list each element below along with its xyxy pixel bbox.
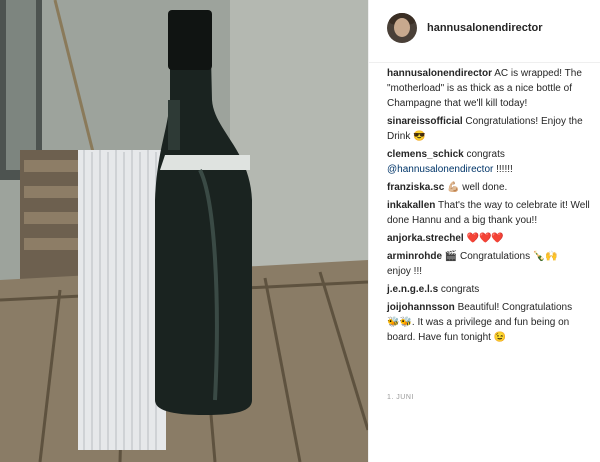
comment: anjorka.strechel ❤️❤️❤️: [387, 231, 595, 246]
mention-link[interactable]: @hannusalonendirector: [387, 164, 493, 175]
comment: franziska.sc 💪🏼 well done.: [387, 180, 595, 195]
profile-avatar[interactable]: [387, 13, 417, 43]
champagne-emoji-icon: 🍾🙌: [532, 251, 558, 262]
comment-text: congrats: [440, 284, 480, 295]
comment-user[interactable]: sinareissofficial: [387, 116, 463, 127]
comments-panel: hannusalonendirector hannusalonendirecto…: [369, 0, 600, 462]
comment-text: well done.: [459, 182, 508, 193]
comment-user[interactable]: inkakallen: [387, 200, 435, 211]
comment: hannusalonendirector AC is wrapped! The …: [387, 66, 595, 111]
comment-text: Congratulations: [457, 251, 533, 262]
comment-user[interactable]: clemens_schick: [387, 149, 464, 160]
comment-user[interactable]: joijohannsson: [387, 302, 455, 313]
comment: arminrohde 🎬 Congratulations 🍾🙌 enjoy !!…: [387, 249, 595, 279]
post-date: 1. JUNI: [387, 394, 414, 401]
comment-tail: enjoy !!!: [387, 266, 423, 277]
comment: clemens_schick congrats @hannusalonendir…: [387, 147, 595, 177]
flexed-biceps-emoji-icon: 💪🏼: [447, 182, 460, 193]
wink-emoji-icon: 😉: [493, 332, 507, 343]
script-stack: [78, 150, 166, 450]
comment-tail: . It was a privilege and fun being on bo…: [387, 317, 570, 343]
comment: inkakallen That's the way to celebrate i…: [387, 198, 595, 228]
hearts-emoji-icon: ❤️❤️❤️: [466, 233, 504, 244]
comments-list: hannusalonendirector AC is wrapped! The …: [387, 66, 595, 348]
comment-user[interactable]: j.e.n.g.e.l.s: [387, 284, 438, 295]
header-username[interactable]: hannusalonendirector: [427, 22, 543, 34]
comment: joijohannsson Beautiful! Congratulations…: [387, 300, 595, 345]
post-photo: [0, 0, 368, 462]
instagram-post: hannusalonendirector hannusalonendirecto…: [0, 0, 600, 462]
sunglasses-emoji-icon: 😎: [413, 131, 426, 142]
post-header: hannusalonendirector: [369, 0, 600, 63]
bee-emoji-icon: 🐝🐝: [387, 317, 412, 328]
comment-text: congrats: [466, 149, 505, 160]
comment-user[interactable]: franziska.sc: [387, 182, 444, 193]
clapper-emoji-icon: 🎬: [444, 251, 458, 262]
comment-text: Beautiful! Congratulations: [457, 302, 573, 313]
comment-tail: !!!!!!: [493, 164, 513, 175]
comment-user[interactable]: hannusalonendirector: [387, 68, 492, 79]
comment: j.e.n.g.e.l.s congrats: [387, 282, 595, 297]
comment-user[interactable]: arminrohde: [387, 251, 442, 262]
comment: sinareissofficial Congratulations! Enjoy…: [387, 114, 595, 144]
comment-user[interactable]: anjorka.strechel: [387, 233, 464, 244]
